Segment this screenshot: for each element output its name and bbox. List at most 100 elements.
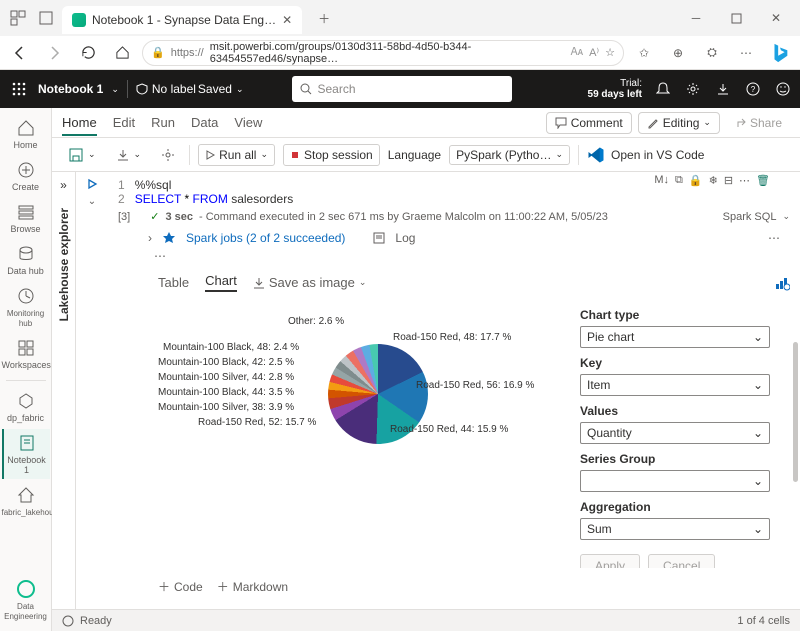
tab-actions-icon[interactable] [34,6,58,30]
workspaces-icon[interactable] [6,6,30,30]
add-code-button[interactable]: ＋ Code [158,578,203,595]
nav-datahub[interactable]: Data hub [2,240,50,280]
tab-run[interactable]: Run [151,115,175,130]
expand-jobs-icon[interactable]: › [148,231,152,245]
nav-notebook[interactable]: Notebook 1 [2,429,50,479]
language-select[interactable]: PySpark (Pytho…⌄ [449,145,570,165]
chart-type-select[interactable]: Pie chart⌄ [580,326,770,348]
run-cell-icon[interactable] [86,178,98,190]
favorites-icon[interactable]: ✩ [630,39,658,67]
delete-cell-icon[interactable]: 🗑 [756,174,770,187]
status-info-icon [62,615,74,627]
series-select[interactable]: ⌄ [580,470,770,492]
spark-jobs-link[interactable]: Spark jobs (2 of 2 succeeded) [186,231,345,245]
aggregation-select[interactable]: Sum⌄ [580,518,770,540]
nav-browse[interactable]: Browse [2,198,50,238]
download-icon[interactable] [714,80,732,98]
nav-monitoring[interactable]: Monitoring hub [2,282,50,332]
lakehouse-panel[interactable]: » Lakehouse explorer [52,172,76,609]
new-tab-button[interactable]: ＋ [310,4,338,32]
subtab-table[interactable]: Table [158,275,189,290]
refresh-button[interactable] [74,39,102,67]
cells-count: 1 of 4 cells [737,615,790,627]
app-launcher-icon[interactable] [8,78,30,100]
copy-icon[interactable]: ⧉ [675,174,683,187]
home-button[interactable] [108,39,136,67]
chevron-down-icon[interactable]: ⌄ [111,84,119,95]
stop-session-button[interactable]: Stop session [283,144,380,166]
help-icon[interactable]: ? [744,80,762,98]
check-icon: ✓ [150,210,159,223]
download-button[interactable]: ⌄ [110,145,148,165]
exec-count: [3] [118,211,130,223]
editing-button[interactable]: Editing⌄ [638,112,720,134]
log-link[interactable]: Log [395,231,415,245]
reader-icon[interactable]: 🗛 [571,46,583,59]
nav-workspaces[interactable]: Workspaces [2,334,50,374]
scrollbar[interactable] [793,342,798,482]
read-aloud-icon[interactable]: A⁾ [589,46,599,59]
subtab-chart[interactable]: Chart [205,273,237,292]
toolbar: ⌄ ⌄ Run all⌄ Stop session Language PySpa… [52,138,800,172]
search-input[interactable]: Search [292,76,512,102]
tab-view[interactable]: View [234,115,262,130]
maximize-icon[interactable] [718,4,754,32]
chart-settings-icon[interactable] [774,275,790,291]
open-vscode-button[interactable]: Open in VS Code [587,146,704,164]
cancel-button[interactable]: Cancel [648,554,715,568]
lock-icon[interactable]: 🔒 [689,174,703,187]
tab-title: Notebook 1 - Synapse Data Eng… [92,13,276,27]
notebook-name[interactable]: Notebook 1 [38,82,103,96]
add-markdown-button[interactable]: ＋ Markdown [217,578,288,595]
sensitivity-label[interactable]: No labelSaved ⌄ [136,82,244,96]
collapse-icon[interactable]: ⊟ [724,174,733,187]
address-bar[interactable]: 🔒 https://msit.powerbi.com/groups/0130d3… [142,40,624,66]
kernel-lang[interactable]: Spark SQL [723,211,777,223]
tab-edit[interactable]: Edit [113,115,135,130]
save-button[interactable]: ⌄ [62,144,102,166]
run-all-button[interactable]: Run all⌄ [198,144,275,166]
apply-button[interactable]: Apply [580,554,640,568]
back-button[interactable] [6,39,34,67]
cell-chevron-icon[interactable]: ⌄ [88,196,96,207]
svg-text:?: ? [751,85,756,94]
smile-icon[interactable] [774,80,792,98]
close-window-icon[interactable]: ✕ [758,4,794,32]
pie-chart: Other: 2.6 % Mountain-100 Black, 48: 2.4… [158,304,570,568]
values-select[interactable]: Quantity⌄ [580,422,770,444]
freeze-icon[interactable]: ❄ [709,174,718,187]
spark-icon [162,231,176,245]
extensions-icon[interactable]: ⛭ [698,39,726,67]
more-cell-icon[interactable]: ⋯ [739,174,750,187]
nav-lakehouse[interactable]: fabric_lakehouse [2,481,50,521]
language-label: Language [388,148,441,162]
collections-icon[interactable]: ⊕ [664,39,692,67]
close-tab-icon[interactable]: ✕ [282,13,292,27]
nav-persona[interactable]: Data Engineering [2,575,50,625]
minimize-icon[interactable]: ─ [678,4,714,32]
nav-home[interactable]: Home [2,114,50,154]
tab-data[interactable]: Data [191,115,218,130]
favorite-icon[interactable]: ☆ [605,46,615,59]
nav-create[interactable]: Create [2,156,50,196]
bing-icon[interactable] [766,39,794,67]
more-icon[interactable]: ⋯ [732,39,760,67]
url-protocol: https:// [171,47,204,59]
lakehouse-label: Lakehouse explorer [57,208,71,321]
browser-tab[interactable]: Notebook 1 - Synapse Data Eng… ✕ [62,6,302,34]
settings-icon[interactable] [684,80,702,98]
md-toggle[interactable]: M↓ [654,174,669,187]
notification-icon[interactable] [654,80,672,98]
save-image-button[interactable]: Save as image⌄ [253,275,367,290]
share-button[interactable]: Share [726,112,790,134]
run-message: - Command executed in 2 sec 671 ms by Gr… [199,211,608,223]
vertical-nav: Home Create Browse Data hub Monitoring h… [0,108,52,631]
nav-dpfabric[interactable]: dp_fabric [2,387,50,427]
key-select[interactable]: Item⌄ [580,374,770,396]
chart-options: Chart type Pie chart⌄ Key Item⌄ Values Q… [580,304,780,568]
expand-icon[interactable]: » [60,178,67,192]
output-more-icon[interactable]: ⋯ [768,231,780,245]
gear-icon[interactable] [155,145,181,165]
tab-home[interactable]: Home [62,115,97,136]
comment-button[interactable]: Comment [546,112,632,134]
